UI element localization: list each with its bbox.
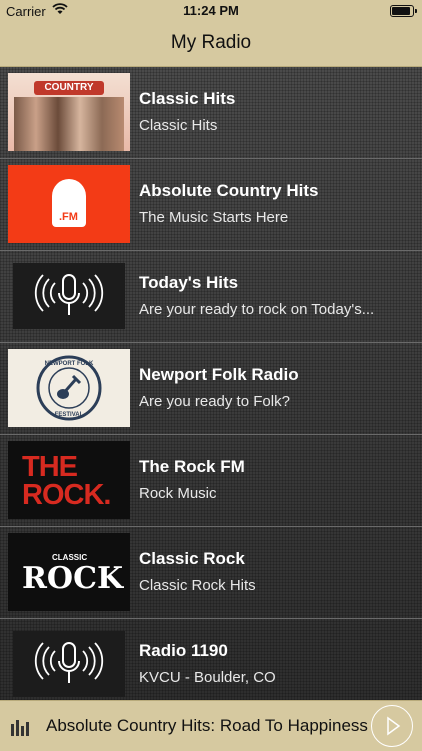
seal-text-bottom: FESTIVAL — [55, 412, 84, 418]
station-row[interactable]: .FM Absolute Country Hits The Music Star… — [0, 159, 422, 251]
artwork-banner: COUNTRY HITS — [34, 81, 104, 107]
station-artwork-the-rock: THE ROCK. — [8, 441, 130, 519]
station-row[interactable]: NEWPORT FOLK FESTIVAL Newport Folk Radio… — [0, 343, 422, 435]
station-row[interactable]: Radio 1190 KVCU - Boulder, CO — [0, 619, 422, 700]
station-name: Radio 1190 — [139, 641, 228, 660]
station-subtitle: Rock Music — [139, 485, 217, 502]
equalizer-icon — [10, 718, 34, 741]
artwork-rock-label: ROCK — [22, 561, 124, 596]
station-list[interactable]: COUNTRY HITS Classic Hits Classic Hits .… — [0, 67, 422, 700]
artwork-photo — [14, 97, 124, 151]
station-name: Classic Hits — [139, 89, 236, 108]
seal-text-top: NEWPORT FOLK — [45, 361, 94, 367]
station-subtitle: Are your ready to rock on Today's... — [139, 301, 375, 318]
station-subtitle: Classic Rock Hits — [139, 577, 256, 594]
microphone-icon — [34, 274, 104, 315]
station-name: Absolute Country Hits — [139, 181, 319, 200]
station-name: Classic Rock — [139, 549, 245, 568]
station-artwork-default — [13, 263, 125, 329]
station-artwork-newport-folk: NEWPORT FOLK FESTIVAL — [8, 349, 130, 427]
clock: 11:24 PM — [183, 3, 239, 18]
station-subtitle: Are you ready to Folk? — [139, 393, 290, 410]
status-bar: Carrier 11:24 PM — [0, 0, 422, 22]
artwork-fm-label: .FM — [59, 211, 78, 223]
station-name: Today's Hits — [139, 273, 239, 292]
station-artwork-country-hits: COUNTRY HITS — [8, 73, 130, 151]
battery-icon — [390, 5, 417, 17]
newport-folk-seal: NEWPORT FOLK FESTIVAL — [36, 355, 102, 421]
play-button[interactable] — [371, 705, 413, 747]
page-title: My Radio — [170, 32, 252, 53]
station-artwork-default — [13, 631, 125, 697]
station-row[interactable]: THE ROCK. The Rock FM Rock Music — [0, 435, 422, 527]
station-subtitle: KVCU - Boulder, CO — [139, 669, 276, 686]
station-name: The Rock FM — [139, 457, 245, 476]
station-row[interactable]: CLASSIC ROCK Classic Rock Classic Rock H… — [0, 527, 422, 619]
station-artwork-1fm: .FM — [8, 165, 130, 243]
station-name: Newport Folk Radio — [139, 365, 299, 384]
artwork-rock-logo: THE ROCK. — [22, 451, 111, 511]
station-artwork-classic-rock: CLASSIC ROCK — [8, 533, 130, 611]
station-row[interactable]: COUNTRY HITS Classic Hits Classic Hits — [0, 67, 422, 159]
navigation-bar: My Radio — [0, 22, 422, 67]
now-playing-title: Absolute Country Hits: Road To Happiness — [46, 716, 368, 735]
play-icon — [387, 716, 401, 736]
station-subtitle: The Music Starts Here — [139, 209, 289, 226]
now-playing-bar[interactable]: Absolute Country Hits: Road To Happiness — [0, 700, 422, 751]
microphone-icon — [34, 642, 104, 683]
station-row[interactable]: Today's Hits Are your ready to rock on T… — [0, 251, 422, 343]
station-subtitle: Classic Hits — [139, 117, 218, 134]
